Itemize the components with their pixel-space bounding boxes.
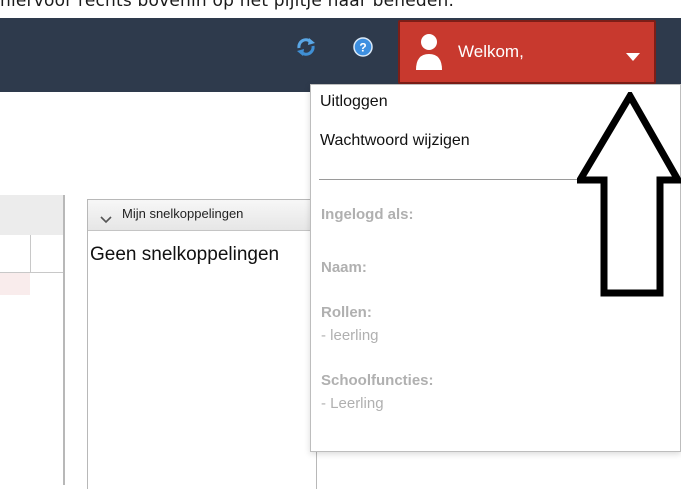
shortcuts-panel-title: Mijn snelkoppelingen bbox=[122, 206, 244, 221]
annotation-arrow-up-icon bbox=[573, 89, 681, 298]
svg-text:?: ? bbox=[359, 41, 366, 55]
left-panel-row bbox=[0, 235, 63, 273]
change-password-link[interactable]: Wachtwoord wijzigen bbox=[320, 132, 470, 150]
welcome-user-menu-button[interactable]: Welkom, bbox=[398, 20, 656, 84]
shortcuts-panel-header[interactable]: Mijn snelkoppelingen bbox=[88, 200, 316, 231]
chevron-down-icon[interactable] bbox=[626, 49, 640, 61]
left-panel-column-divider bbox=[30, 235, 31, 273]
roles-label: Rollen: bbox=[321, 304, 372, 321]
school-functions-label: Schoolfuncties: bbox=[321, 372, 434, 389]
help-icon[interactable]: ? bbox=[353, 37, 373, 57]
logout-link[interactable]: Uitloggen bbox=[320, 93, 388, 111]
left-panel-highlight-cell bbox=[0, 273, 30, 295]
left-panel bbox=[0, 195, 65, 485]
instruction-text-strip: hiervoor rechts bovenin op het pijltje n… bbox=[0, 0, 681, 18]
chevron-down-icon[interactable] bbox=[100, 211, 112, 224]
role-value: - leerling bbox=[321, 327, 379, 344]
school-function-value: - Leerling bbox=[321, 395, 384, 412]
shortcuts-panel: Mijn snelkoppelingen Geen snelkoppelinge… bbox=[87, 199, 317, 489]
welcome-label: Welkom, bbox=[458, 42, 524, 61]
shortcuts-empty-text: Geen snelkoppelingen bbox=[90, 244, 280, 265]
left-panel-header bbox=[0, 195, 63, 236]
logged-in-as-label: Ingelogd als: bbox=[321, 206, 414, 223]
user-icon bbox=[414, 32, 444, 72]
name-label: Naam: bbox=[321, 259, 367, 276]
instruction-text: hiervoor rechts bovenin op het pijltje n… bbox=[0, 0, 455, 11]
refresh-icon[interactable] bbox=[294, 35, 318, 59]
